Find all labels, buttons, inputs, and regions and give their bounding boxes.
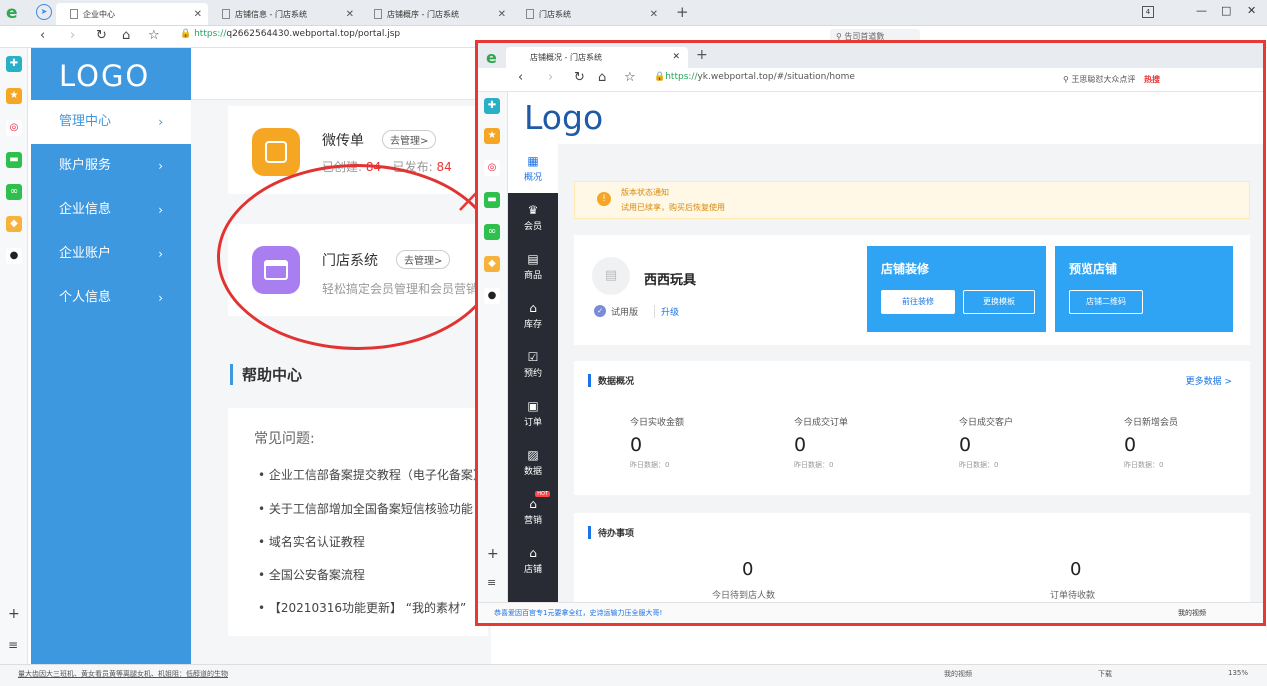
annotation-highlight-box <box>475 40 1266 626</box>
